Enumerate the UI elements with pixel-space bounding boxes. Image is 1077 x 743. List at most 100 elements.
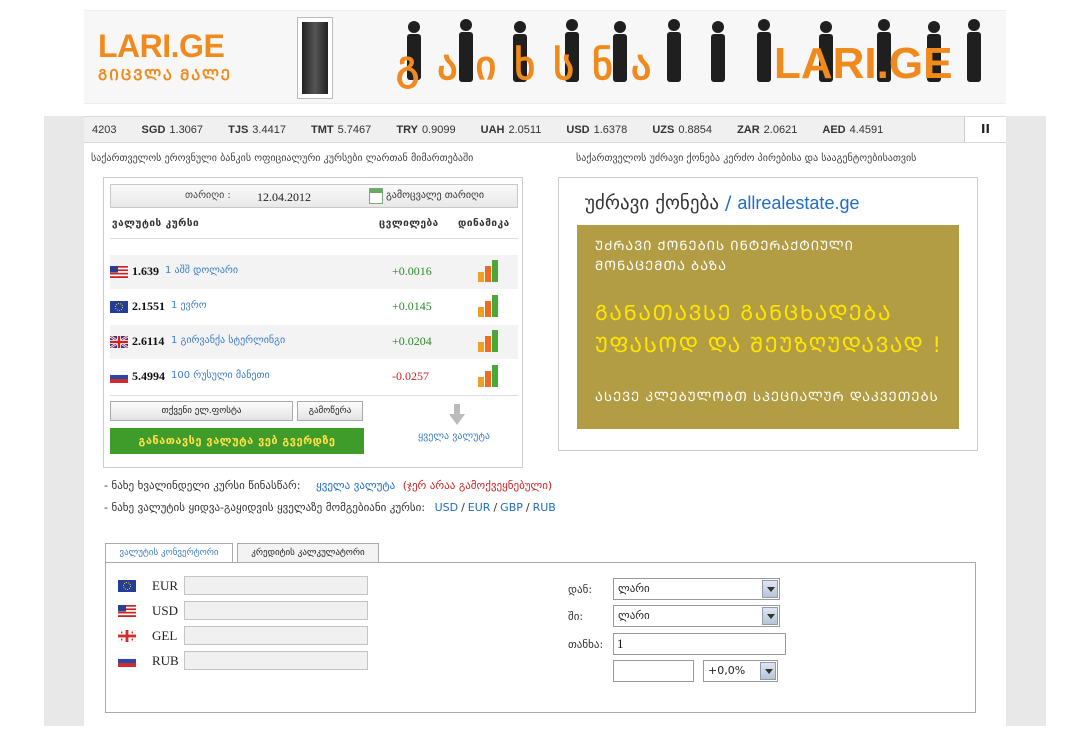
ad-line-free-2: ᲣᲤᲐᲡᲝᲓ ᲓᲐ ᲨᲔᲣᲖᲦᲣᲓᲐᲕᲐᲓ ! — [595, 333, 943, 357]
subscribe-button[interactable]: გამოწერა — [297, 401, 363, 421]
result-field[interactable] — [613, 660, 694, 682]
not-published-note[interactable]: (ჯერ არაა გამოქვეყნებული) — [403, 479, 553, 492]
rate-value: 5.4994 — [132, 369, 165, 383]
ticker-item: 4203 — [92, 124, 117, 136]
date-label: თარიღი : — [185, 190, 231, 201]
rate-change: -0.0257 — [392, 369, 429, 383]
ticker-track: 4203 SGD 1.3067 TJS 3.4417 TMT 5.7467 TRY 0.… — [88, 124, 905, 136]
arrow-down-icon[interactable] — [448, 404, 466, 426]
ad-line-special: ᲐᲡᲔᲕᲔ ᲙᲚᲔᲑᲣᲚᲝᲑᲗ ᲡᲞᲔᲪᲘᲐᲚᲣᲠ ᲓᲐᲙᲕᲔᲗᲔᲑᲡ — [595, 390, 939, 405]
chevron-down-icon[interactable] — [762, 580, 778, 598]
currency-link[interactable]: 100 რუსული მანეთი — [171, 370, 270, 381]
logo-subtitle: ᲒᲘᲪᲕᲚᲐ ᲛᲐᲚᲔ — [98, 67, 233, 84]
gb-flag-icon — [110, 336, 128, 348]
from-currency-select[interactable]: ლარი — [613, 578, 780, 600]
door-image — [297, 17, 333, 99]
ticker-pause-button[interactable]: II — [964, 117, 1006, 142]
currency-code: USD — [152, 603, 179, 618]
site-logo[interactable]: LARI.GE ᲒᲘᲪᲕᲚᲐ ᲛᲐᲚᲔ — [98, 29, 232, 85]
ad-line-free-1: ᲒᲐᲜᲐᲗᲐᲕᲡᲔ ᲒᲐᲜᲪᲮᲐᲓᲔᲑᲐ — [595, 301, 893, 325]
ticker-item: TJS 3.4417 — [228, 124, 286, 136]
date-value: 12.04.2012 — [257, 190, 311, 204]
ticker-item: AED 4.4591 — [822, 124, 884, 136]
eur-amount-field[interactable] — [184, 576, 368, 595]
ticker-item: TMT 5.7467 — [311, 124, 372, 136]
ad-line-database-2: ᲛᲝᲜᲐᲪᲔᲛᲗᲐ ᲑᲐᲖᲐ — [595, 259, 728, 274]
rate-change: +0.0016 — [392, 264, 432, 278]
rub-amount-field[interactable] — [184, 651, 368, 670]
ad-title-separator: / — [724, 192, 732, 214]
site-header: LARI.GE ᲒᲘᲪᲕᲚᲐ ᲛᲐᲚᲔ გაიხსნა LARI.GE — [84, 10, 1006, 104]
header-dynamics: დინამიკა — [458, 218, 510, 229]
from-currency-value: ლარი — [618, 582, 650, 595]
place-currency-widget-button[interactable]: განათავსე ვალუტა ვებ გვერდზე — [110, 428, 364, 454]
change-date-link[interactable]: გამოცვალე თარიღი — [386, 190, 484, 201]
rate-value: 1.639 — [132, 264, 159, 278]
currency-link[interactable]: 1 აშშ დოლარი — [165, 265, 238, 276]
ticker-item: ZAR 2.0621 — [737, 124, 798, 136]
divider — [110, 395, 518, 396]
eu-flag-icon — [118, 580, 136, 592]
eu-flag-icon — [110, 301, 128, 313]
ticker-item: USD 1.6378 — [566, 124, 628, 136]
rate-row: 1.639 1 აშშ დოლარი +0.0016 — [110, 255, 518, 289]
tab-credit-calculator[interactable]: კრედიტის კალკულატორი — [237, 543, 379, 563]
ad-banner[interactable]: ᲣᲫᲠᲐᲕᲘ ᲥᲝᲜᲔᲑᲘᲡ ᲘᲜᲢᲔᲠᲐᲥᲢᲘᲣᲚᲘ ᲛᲝᲜᲐᲪᲔᲛᲗᲐ ᲑᲐ… — [577, 225, 959, 429]
currency-ticker: 4203 SGD 1.3067 TJS 3.4417 TMT 5.7467 TRY 0.… — [84, 116, 1006, 143]
official-rates-panel: თარიღი : 12.04.2012 გამოცვალე თარიღი ვალ… — [103, 177, 523, 468]
rate-value: 2.6114 — [132, 334, 165, 348]
realestate-section-title: საქართველოს უძრავი ქონება კერძო პირებისა… — [576, 153, 917, 164]
all-currencies-link[interactable]: ყველა ვალუტა — [418, 431, 490, 442]
rate-row: 5.4994 100 რუსული მანეთი -0.0257 — [110, 360, 518, 394]
percent-select[interactable]: +0,0% — [703, 660, 778, 682]
ad-line-free: ᲒᲐᲜᲐᲗᲐᲕᲡᲔ ᲒᲐᲜᲪᲮᲐᲓᲔᲑᲐ ᲣᲤᲐᲡᲝᲓ ᲓᲐ ᲨᲔᲣᲖᲦᲣᲓᲐᲕ… — [595, 297, 942, 361]
amount-label: თანხა: — [568, 638, 604, 651]
best-rate-eur-link[interactable]: EUR — [468, 501, 491, 514]
chevron-down-icon[interactable] — [760, 662, 776, 680]
best-rate-line: - ნახე ვალუტის ყიდვა-გაყიდვის ყველაზე მო… — [104, 501, 556, 514]
tomorrow-all-currencies-link[interactable]: ყველა ვალუტა — [316, 479, 395, 492]
dynamics-chart-icon[interactable] — [478, 365, 500, 387]
separator: / — [525, 501, 530, 514]
ad-line-database-1: ᲣᲫᲠᲐᲕᲘ ᲥᲝᲜᲔᲑᲘᲡ ᲘᲜᲢᲔᲠᲐᲥᲢᲘᲣᲚᲘ — [595, 239, 854, 254]
real-estate-ad[interactable]: უძრავი ქონება / allrealestate.ge ᲣᲫᲠᲐᲕᲘ ᲥᲝ… — [558, 177, 978, 451]
dynamics-chart-icon[interactable] — [478, 295, 500, 317]
best-rate-text: - ნახე ვალუტის ყიდვა-გაყიდვის ყველაზე მო… — [104, 501, 426, 514]
header-banner[interactable]: გაიხსნა LARI.GE — [374, 15, 1004, 99]
gel-amount-field[interactable] — [184, 626, 368, 645]
dynamics-chart-icon[interactable] — [478, 330, 500, 352]
date-bar: თარიღი : 12.04.2012 გამოცვალე თარიღი — [110, 184, 518, 208]
best-rate-gbp-link[interactable]: GBP — [500, 501, 523, 514]
ge-flag-icon — [118, 630, 136, 642]
rate-change: +0.0204 — [392, 334, 432, 348]
currency-link[interactable]: 1 გირვანქა სტერლინგი — [171, 335, 285, 346]
tab-currency-converter[interactable]: ვალუტის კონვერტორი — [105, 543, 233, 564]
us-flag-icon — [118, 605, 136, 617]
tomorrow-rate-line: - ნახე ხვალინდელი კურსი წინასწარ: ყველა … — [104, 479, 552, 492]
best-rate-usd-link[interactable]: USD — [435, 501, 459, 514]
email-input-button[interactable]: თქვენი ელ.ფოსტა — [110, 401, 293, 421]
ad-title-text: უძრავი ქონება — [585, 192, 719, 214]
amount-input[interactable]: 1 — [613, 633, 786, 655]
ticker-item: SGD 1.3067 — [141, 124, 204, 136]
currency-link[interactable]: 1 ევრო — [171, 300, 207, 311]
separator: / — [461, 501, 465, 514]
header-currency-rate: ვალუტის კურსი — [112, 218, 200, 229]
ad-url[interactable]: allrealestate.ge — [737, 193, 859, 213]
usd-amount-field[interactable] — [184, 601, 368, 620]
to-currency-select[interactable]: ლარი — [613, 605, 780, 627]
separator: / — [493, 501, 498, 514]
dynamics-chart-icon[interactable] — [478, 260, 500, 282]
banner-text-opened: გაიხსნა — [396, 44, 670, 88]
ad-title: უძრავი ქონება / allrealestate.ge — [585, 192, 859, 214]
banner-text-lari: LARI.GE — [774, 39, 953, 88]
currency-code: RUB — [152, 653, 179, 668]
to-currency-value: ლარი — [618, 609, 650, 622]
right-gutter — [1006, 116, 1046, 726]
best-rate-rub-link[interactable]: RUB — [533, 501, 556, 514]
ticker-item: UZS 0.8854 — [652, 124, 712, 136]
rate-row: 2.6114 1 გირვანქა სტერლინგი +0.0204 — [110, 325, 518, 359]
chevron-down-icon[interactable] — [762, 607, 778, 625]
logo-title: LARI.GE — [98, 28, 225, 64]
calendar-icon[interactable] — [369, 188, 383, 204]
